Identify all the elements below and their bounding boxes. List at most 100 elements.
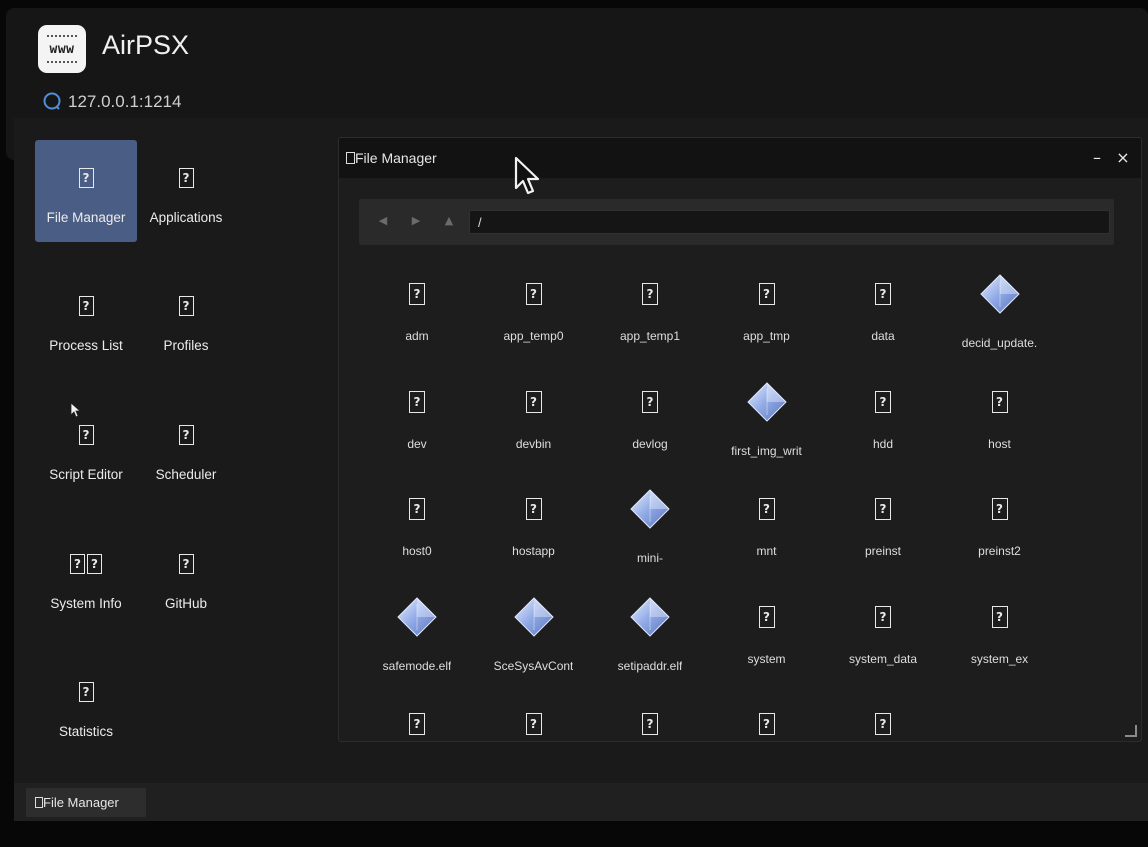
taskbar: File Manager [14, 783, 1148, 821]
file-item[interactable]: ? host0 [359, 478, 475, 578]
folder-icon: ? [875, 272, 891, 316]
file-item[interactable]: setipaddr.elf [592, 586, 708, 686]
file-item[interactable]: ? [592, 693, 708, 741]
folder-icon: ? [758, 595, 775, 639]
file-name: devlog [632, 436, 668, 451]
sidebar-item-applications[interactable]: ? Applications [135, 140, 237, 242]
scheduler-icon: ? [178, 423, 194, 447]
sidebar-item-label: System Info [50, 596, 122, 611]
folder-icon: ? [875, 595, 891, 639]
resize-handle[interactable] [1125, 725, 1137, 737]
sidebar-item-scheduler[interactable]: ? Scheduler [135, 397, 237, 499]
profiles-icon: ? [178, 294, 194, 318]
folder-icon: ? [875, 380, 891, 424]
file-item[interactable]: ? devlog [592, 371, 708, 471]
folder-icon: ? [875, 702, 891, 741]
sidebar-item-label: Scheduler [155, 467, 217, 482]
file-name: devbin [515, 436, 552, 451]
file-item[interactable]: ? preinst2 [942, 478, 1058, 578]
file-item[interactable]: ? hdd [825, 371, 941, 471]
app-logo: www [38, 25, 86, 73]
folder-icon: ? [642, 702, 658, 741]
file-name: mini- [637, 551, 663, 565]
file-manager-toolbar: ◀ ▶ ▲ [359, 199, 1114, 245]
file-item[interactable]: ? [359, 693, 475, 741]
back-button[interactable]: ◀ [375, 213, 391, 229]
file-item[interactable]: ? hostapp [476, 478, 592, 578]
file-item[interactable]: ? [709, 693, 825, 741]
file-name: data [871, 329, 895, 343]
sidebar-item-label: GitHub [164, 596, 208, 611]
file-name: system_data [848, 651, 918, 666]
file-item[interactable]: ? system_data [825, 586, 941, 686]
folder-icon: ? [991, 380, 1008, 424]
file-item[interactable]: safemode.elf [359, 586, 475, 686]
file-grid: ? adm? app_temp0? app_temp1? app_tmp? data dec… [359, 263, 1119, 741]
up-button[interactable]: ▲ [441, 213, 457, 229]
file-item[interactable]: ? host [942, 371, 1058, 471]
folder-icon: ? [758, 272, 775, 316]
file-name: SceSysAvCont [493, 658, 574, 673]
file-item[interactable]: ? devbin [476, 371, 592, 471]
applications-icon: ? [178, 166, 194, 190]
folder-icon: ? [525, 272, 542, 316]
window-title: File Manager [355, 150, 437, 166]
file-item[interactable]: ? data [825, 263, 941, 363]
file-name: system_ex [970, 651, 1029, 666]
app-title: AirPSX [102, 30, 190, 60]
file-item[interactable]: ? app_temp0 [476, 263, 592, 363]
file-item[interactable]: ? system [709, 586, 825, 686]
folder-icon: ? [758, 487, 775, 531]
folder-icon: ? [409, 702, 425, 741]
folder-icon: ? [875, 487, 891, 531]
minimize-button[interactable]: – [1087, 148, 1107, 168]
window-titlebar[interactable]: File Manager – × [339, 138, 1141, 178]
file-name: app_temp0 [503, 329, 564, 343]
sidebar-item-label: Statistics [58, 724, 113, 739]
sidebar-item-system-info[interactable]: ?? System Info [35, 526, 137, 628]
file-name: adm [405, 329, 429, 343]
file-item[interactable]: mini- [592, 478, 708, 578]
folder-icon: ? [409, 487, 425, 531]
file-item[interactable]: SceSysAvCont [476, 586, 592, 686]
file-item[interactable]: decid_update. [942, 263, 1058, 363]
sidebar-item-statistics[interactable]: ? Statistics [35, 654, 137, 756]
connection-icon [43, 92, 61, 110]
folder-icon: ? [409, 380, 425, 424]
sidebar-item-profiles[interactable]: ? Profiles [135, 268, 237, 370]
file-manager-window: File Manager – × ◀ ▶ ▲ ? adm? app_temp0? ap… [338, 137, 1142, 742]
forward-button[interactable]: ▶ [408, 213, 424, 229]
path-input[interactable] [469, 210, 1110, 234]
file-item[interactable]: ? system_ex [942, 586, 1058, 686]
taskbar-item-file-manager[interactable]: File Manager [26, 788, 146, 817]
file-name: dev [407, 436, 427, 451]
process-list-icon: ? [78, 294, 94, 318]
file-item[interactable]: ? app_temp1 [592, 263, 708, 363]
file-name: safemode.elf [382, 658, 452, 673]
file-manager-icon: ? [78, 166, 94, 190]
file-name: setipaddr.elf [617, 658, 683, 673]
file-item[interactable]: ? [825, 693, 941, 741]
file-name: app_tmp [743, 329, 790, 343]
file-item[interactable]: ? app_tmp [709, 263, 825, 363]
mouse-cursor-icon [514, 156, 540, 195]
close-button[interactable]: × [1113, 148, 1133, 168]
sidebar-item-script-editor[interactable]: ? Script Editor [35, 397, 137, 499]
folder-icon: ? [525, 487, 542, 531]
file-name: system [747, 651, 786, 666]
sidebar-item-github[interactable]: ? GitHub [135, 526, 237, 628]
file-item[interactable]: ? adm [359, 263, 475, 363]
sidebar-item-file-manager[interactable]: ? File Manager [35, 140, 137, 242]
sidebar-item-process-list[interactable]: ? Process List [35, 268, 137, 370]
file-name: host [988, 436, 1011, 451]
file-item[interactable]: first_img_writ [709, 371, 825, 471]
sidebar-item-label: File Manager [46, 210, 126, 225]
folder-icon: ? [642, 380, 658, 424]
sidebar-item-label: Process List [49, 338, 123, 353]
server-address: 127.0.0.1:1214 [68, 92, 182, 111]
github-icon: ? [178, 552, 194, 576]
file-item[interactable]: ? [476, 693, 592, 741]
file-item[interactable]: ? preinst [825, 478, 941, 578]
file-item[interactable]: ? mnt [709, 478, 825, 578]
file-item[interactable]: ? dev [359, 371, 475, 471]
